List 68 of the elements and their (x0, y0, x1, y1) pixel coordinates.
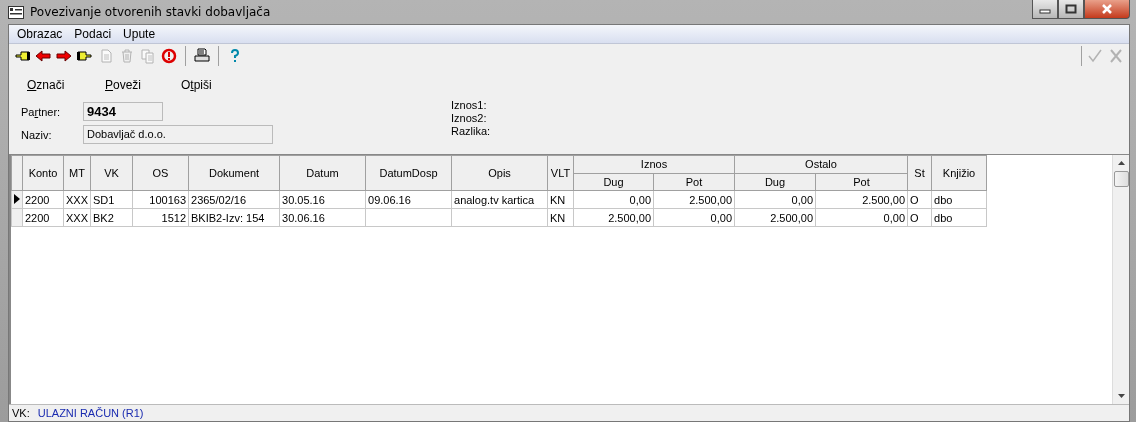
column-header[interactable]: VK (90, 155, 133, 191)
name-field[interactable]: Dobavljač d.o.o. (83, 125, 273, 144)
column-header[interactable]: DatumDosp (365, 155, 452, 191)
table-cell: 2.500,00 (734, 208, 816, 227)
column-header[interactable]: MT (63, 155, 91, 191)
table-cell: analog.tv kartica (451, 190, 548, 209)
column-header[interactable]: Opis (451, 155, 548, 191)
table-cell: O (907, 208, 932, 227)
table-cell: 09.06.16 (365, 190, 452, 209)
menu-item[interactable]: Obrazac (11, 27, 69, 41)
table-cell: BK2 (90, 208, 133, 227)
table-cell: KN (547, 208, 574, 227)
total-label: Iznos1: (451, 99, 488, 112)
maximize-button[interactable] (1058, 0, 1084, 19)
close-icon (1100, 4, 1114, 14)
status-label: VK: (12, 407, 30, 419)
scrollbar[interactable] (1112, 155, 1129, 404)
column-header[interactable]: St (907, 155, 932, 191)
row-indicator[interactable] (11, 190, 23, 209)
column-header[interactable]: VLT (547, 155, 574, 191)
status-value: ULAZNI RAČUN (R1) (37, 407, 144, 419)
scroll-up-icon[interactable] (1117, 161, 1125, 165)
table-cell: 2365/02/16 (188, 190, 280, 209)
scroll-down-icon[interactable] (1117, 394, 1125, 398)
table-cell: XXX (63, 190, 91, 209)
close-button[interactable] (1084, 0, 1130, 19)
menu-item[interactable]: Upute (117, 27, 162, 41)
table-cell: 2.500,00 (815, 190, 908, 209)
table-cell: 30.05.16 (279, 190, 366, 209)
table-cell: 30.06.16 (279, 208, 366, 227)
column-header[interactable]: OS (132, 155, 189, 191)
scroll-thumb[interactable] (1113, 171, 1129, 187)
menu-item[interactable]: Podaci (68, 27, 118, 41)
table-cell: 2.500,00 (573, 208, 654, 227)
table-cell: 0,00 (653, 208, 735, 227)
total-label: Razlika: (451, 125, 491, 138)
field-label: Naziv: (21, 128, 53, 141)
table-cell: 2.500,00 (653, 190, 735, 209)
column-header[interactable]: Iznos (573, 155, 735, 173)
table-cell: dbo (931, 190, 987, 209)
table-cell: 1512 (132, 208, 189, 227)
partner-field[interactable]: 9434 (83, 102, 163, 121)
table-cell: O (907, 190, 932, 209)
column-header[interactable]: Dokument (188, 155, 280, 191)
table-cell: SD1 (90, 190, 133, 209)
table-cell: XXX (63, 208, 91, 227)
table-cell: KN (547, 190, 574, 209)
column-header[interactable]: Datum (279, 155, 366, 191)
action-button[interactable]: Označi (25, 74, 105, 96)
table-cell: BKIB2-Izv: 154 (188, 208, 280, 227)
table-cell: 0,00 (734, 190, 816, 209)
table-cell: dbo (931, 208, 987, 227)
action-button[interactable]: Otpiši (179, 74, 259, 96)
total-label: Iznos2: (451, 112, 488, 125)
table-cell: 2200 (22, 208, 64, 227)
table-cell: 0,00 (815, 208, 908, 227)
window-title: Povezivanje otvorenih stavki dobavljača (30, 5, 271, 19)
action-button[interactable]: Poveži (103, 74, 181, 96)
column-header[interactable]: Konto (22, 155, 64, 191)
field-label: Partner: (21, 105, 62, 118)
app-icon (8, 5, 24, 19)
table-cell: 0,00 (573, 190, 654, 209)
table-cell: 100163 (132, 190, 189, 209)
maximize-icon (1065, 4, 1077, 14)
column-header[interactable]: Ostalo (734, 155, 908, 173)
column-header[interactable]: Knjižio (931, 155, 987, 191)
table-cell: 2200 (22, 190, 64, 209)
minimize-button[interactable] (1032, 0, 1058, 19)
